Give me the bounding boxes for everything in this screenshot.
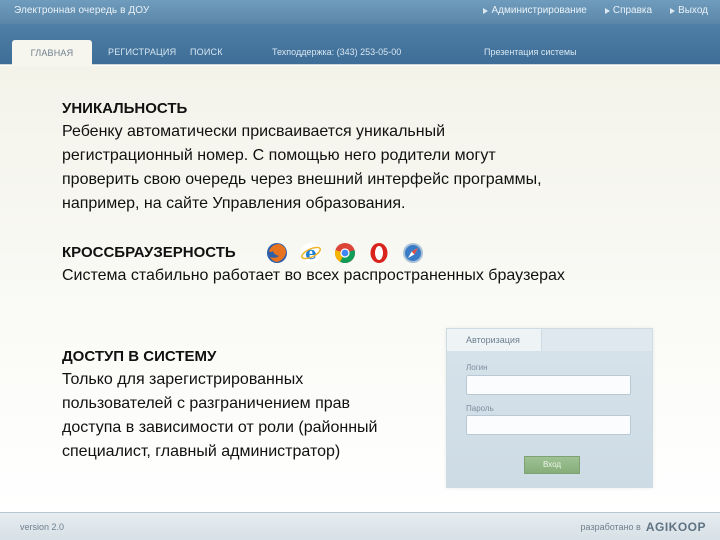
presentation-link[interactable]: Презентация системы (484, 47, 577, 57)
password-label: Пароль (466, 404, 494, 413)
internet-explorer-icon: e (301, 243, 321, 264)
admin-link[interactable]: Администрирование (483, 5, 587, 16)
arrow-right-icon (670, 7, 676, 14)
app-title: Электронная очередь в ДОУ (14, 5, 150, 16)
uniqueness-line: Ребенку автоматически присваивается уник… (62, 123, 446, 140)
help-link[interactable]: Справка (604, 5, 653, 16)
access-line: пользователей с разграничением прав (62, 395, 351, 412)
uniqueness-section: УНИКАЛЬНОСТЬ Ребенку автоматически присв… (62, 98, 662, 216)
access-section: ДОСТУП В СИСТЕМУ Только для зарегистриро… (62, 346, 442, 464)
uniqueness-line: проверить свою очередь через внешний инт… (62, 171, 542, 188)
developer-logo[interactable]: AGIKOOP (646, 520, 706, 534)
version-label: version 2.0 (20, 522, 65, 532)
auth-panel: Авторизация Логин Пароль Вход (446, 328, 653, 488)
browser-icons: e (266, 242, 424, 264)
access-heading: ДОСТУП В СИСТЕМУ (62, 348, 217, 365)
top-links: Администрирование Справка Выход (483, 5, 708, 16)
access-line: доступа в зависимости от роли (районный (62, 419, 378, 436)
top-bar: Электронная очередь в ДОУ Администрирова… (0, 0, 720, 24)
nav-bar: ГЛАВНАЯ РЕГИСТРАЦИЯ ПОИСК Техподдержка: … (0, 24, 720, 66)
auth-tab[interactable]: Авторизация (447, 329, 542, 351)
chrome-icon (335, 243, 355, 264)
svg-text:e: e (305, 243, 316, 264)
access-line: Только для зарегистрированных (62, 371, 304, 388)
logout-link[interactable]: Выход (670, 5, 708, 16)
uniqueness-line: регистрационный номер. С помощью него ро… (62, 147, 496, 164)
tab-search[interactable]: ПОИСК (190, 47, 223, 57)
auth-form: Логин Пароль Вход (447, 351, 652, 487)
password-input[interactable] (466, 415, 631, 435)
developer-prefix: разработано в (580, 522, 641, 532)
footer: version 2.0 разработано в AGIKOOP (0, 512, 720, 540)
tab-main[interactable]: ГЛАВНАЯ (12, 40, 92, 66)
login-label: Логин (466, 363, 488, 372)
arrow-right-icon (483, 7, 489, 14)
help-link-label: Справка (612, 5, 653, 16)
safari-icon (403, 243, 423, 263)
access-text: Только для зарегистрированных пользовате… (62, 368, 442, 464)
firefox-icon (267, 243, 287, 263)
arrow-right-icon (604, 7, 610, 14)
crossbrowser-text: Система стабильно работает во всех распр… (62, 267, 565, 284)
uniqueness-line: например, на сайте Управления образовани… (62, 195, 406, 212)
access-line: специалист, главный администратор) (62, 443, 341, 460)
admin-link-label: Администрирование (491, 5, 587, 16)
tab-registration[interactable]: РЕГИСТРАЦИЯ (108, 47, 176, 57)
support-phone: Техподдержка: (343) 253-05-00 (272, 47, 402, 57)
opera-icon (370, 243, 388, 263)
login-button[interactable]: Вход (524, 456, 580, 474)
uniqueness-heading: УНИКАЛЬНОСТЬ (62, 100, 188, 117)
uniqueness-text: Ребенку автоматически присваивается уник… (62, 120, 662, 216)
login-input[interactable] (466, 375, 631, 395)
logout-link-label: Выход (678, 5, 708, 16)
developer-credit: разработано в AGIKOOP (581, 520, 706, 534)
main-content: УНИКАЛЬНОСТЬ Ребенку автоматически присв… (0, 66, 720, 512)
